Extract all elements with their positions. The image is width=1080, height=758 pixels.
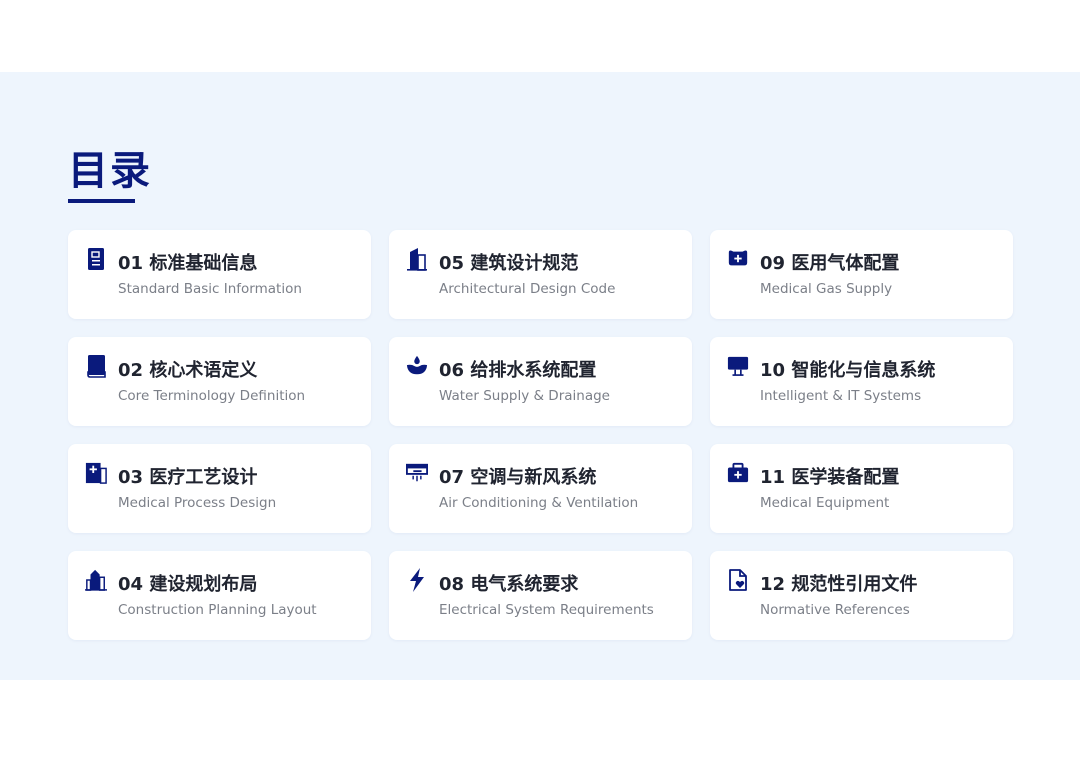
toc-card-02[interactable]: 02 核心术语定义 Core Terminology Definition: [68, 337, 371, 426]
toc-card-subtitle: Medical Process Design: [118, 495, 277, 511]
toc-card-09[interactable]: 09 医用气体配置 Medical Gas Supply: [710, 230, 1013, 319]
medical-gas-icon: [727, 246, 749, 272]
air-conditioner-icon: [406, 460, 428, 486]
toc-card-title: 05 建筑设计规范: [439, 253, 579, 274]
toc-card-subtitle: Medical Equipment: [760, 495, 890, 511]
toc-card-11[interactable]: 11 医学装备配置 Medical Equipment: [710, 444, 1013, 533]
toc-card-03[interactable]: 03 医疗工艺设计 Medical Process Design: [68, 444, 371, 533]
title-underline: [68, 199, 135, 203]
toc-card-subtitle: Standard Basic Information: [118, 281, 302, 297]
toc-card-title: 08 电气系统要求: [439, 574, 579, 595]
toc-card-subtitle: Water Supply & Drainage: [439, 388, 610, 404]
toc-card-title: 10 智能化与信息系统: [760, 360, 936, 381]
toc-card-subtitle: Air Conditioning & Ventilation: [439, 495, 639, 511]
toc-card-title: 06 给排水系统配置: [439, 360, 597, 381]
water-drop-icon: [406, 353, 428, 379]
page-title: 目录: [68, 148, 152, 194]
toc-card-title: 01 标准基础信息: [118, 253, 258, 274]
toc-card-05[interactable]: 05 建筑设计规范 Architectural Design Code: [389, 230, 692, 319]
toc-card-12[interactable]: 12 规范性引用文件 Normative References: [710, 551, 1013, 640]
toc-card-title: 02 核心术语定义: [118, 360, 258, 381]
toc-card-title: 12 规范性引用文件: [760, 574, 918, 595]
toc-card-04[interactable]: 04 建设规划布局 Construction Planning Layout: [68, 551, 371, 640]
medical-plus-icon: [85, 460, 107, 486]
toc-card-subtitle: Architectural Design Code: [439, 281, 616, 297]
toc-card-07[interactable]: 07 空调与新风系统 Air Conditioning & Ventilatio…: [389, 444, 692, 533]
toc-card-subtitle: Normative References: [760, 602, 910, 618]
toc-card-title: 04 建设规划布局: [118, 574, 258, 595]
document-icon: [85, 246, 107, 272]
lightning-icon: [406, 567, 428, 593]
toc-card-subtitle: Intelligent & IT Systems: [760, 388, 922, 404]
toc-card-subtitle: Electrical System Requirements: [439, 602, 654, 618]
building-icon: [406, 246, 428, 272]
toc-card-06[interactable]: 06 给排水系统配置 Water Supply & Drainage: [389, 337, 692, 426]
toc-card-subtitle: Medical Gas Supply: [760, 281, 893, 297]
toc-card-title: 09 医用气体配置: [760, 253, 900, 274]
toc-card-title: 07 空调与新风系统: [439, 467, 597, 488]
toc-card-01[interactable]: 01 标准基础信息 Standard Basic Information: [68, 230, 371, 319]
medical-kit-icon: [727, 460, 749, 486]
file-reference-icon: [727, 567, 749, 593]
toc-card-10[interactable]: 10 智能化与信息系统 Intelligent & IT Systems: [710, 337, 1013, 426]
toc-grid: 01 标准基础信息 Standard Basic Information 05 …: [68, 230, 1013, 640]
book-icon: [85, 353, 107, 379]
monitor-icon: [727, 353, 749, 379]
toc-card-title: 11 医学装备配置: [760, 467, 900, 488]
toc-card-08[interactable]: 08 电气系统要求 Electrical System Requirements: [389, 551, 692, 640]
toc-card-title: 03 医疗工艺设计: [118, 467, 258, 488]
toc-card-subtitle: Core Terminology Definition: [118, 388, 306, 404]
city-buildings-icon: [85, 567, 107, 593]
toc-card-subtitle: Construction Planning Layout: [118, 602, 317, 618]
